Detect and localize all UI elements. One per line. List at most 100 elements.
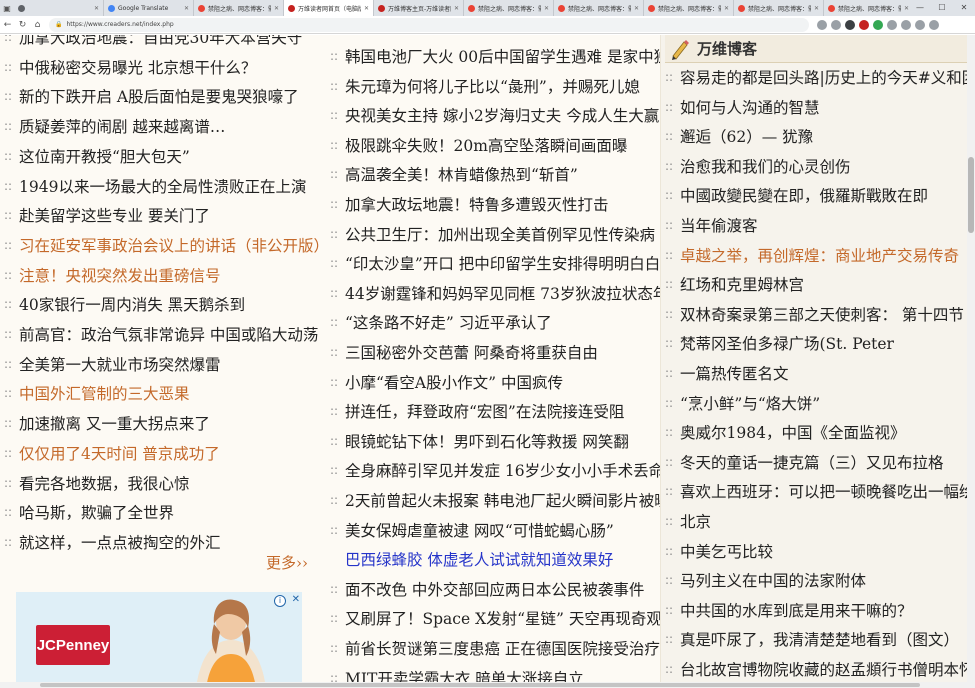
headline-link[interactable]: 赴美留学这些专业 要关门了 xyxy=(19,204,210,226)
headline-link[interactable]: 前高官：政治气氛非常诡异 中国或陷大动荡 xyxy=(19,323,318,345)
headline-link[interactable]: 台北故宫博物院收藏的赵孟頫行书僧明本怀净土诗 xyxy=(680,658,975,680)
headline-link[interactable]: 红场和克里姆林宫 xyxy=(680,273,804,295)
tab-close-icon[interactable]: ✕ xyxy=(544,5,549,12)
headline-link[interactable]: 高温袭全美！林肯蜡像热到“斩首” xyxy=(345,163,578,185)
extension-icon[interactable] xyxy=(873,19,883,30)
headline-item[interactable]: 小摩“看空A股小作文” 中国疯传 xyxy=(330,371,648,393)
headline-link[interactable]: 全美第一大就业市场突然爆雷 xyxy=(19,353,221,375)
headline-item[interactable]: “烹小鲜”与“烙大饼” xyxy=(665,392,975,414)
headline-item[interactable]: 全身麻醉引罕见并发症 16岁少女小小手术丢命 xyxy=(330,459,664,481)
browser-tab[interactable]: ✕ xyxy=(14,0,104,16)
headline-item[interactable]: 冬天的童话一捷克篇（三）又见布拉格 xyxy=(665,451,975,473)
headline-item[interactable]: 央视美女主持 嫁小2岁海归丈夫 今成人生大赢家 xyxy=(330,104,675,126)
headline-item[interactable]: 治愈我和我们的心灵创伤 xyxy=(665,155,975,177)
headline-link[interactable]: 小摩“看空A股小作文” 中国疯传 xyxy=(345,371,563,393)
headline-item[interactable]: 中国外汇管制的三大恶果 xyxy=(4,382,322,404)
headline-item[interactable]: 眼镜蛇钻下体！男吓到石化等救援 网笑翻 xyxy=(330,430,648,452)
ad-info-icon[interactable]: i xyxy=(274,595,286,607)
headline-item[interactable]: “印太沙皇”开口 把中印留学生安排得明明白白 xyxy=(330,252,660,274)
headline-link[interactable]: 央视美女主持 嫁小2岁海归丈夫 今成人生大赢家 xyxy=(345,104,675,126)
horizontal-scrollbar-thumb[interactable] xyxy=(40,683,920,687)
headline-link[interactable]: 哈马斯，欺骗了全世界 xyxy=(19,501,174,523)
headline-link[interactable]: 中共国的水库到底是用来干嘛的？ xyxy=(680,599,913,621)
headline-item[interactable]: 中國政變民變在即，俄羅斯戰敗在即 xyxy=(665,184,975,206)
headline-item[interactable]: 注意！央视突然发出重磅信号 xyxy=(4,264,322,286)
tab-actions-icon[interactable]: ▣ xyxy=(0,1,14,15)
browser-tab[interactable]: Google Translate ✕ xyxy=(104,0,194,16)
headline-item[interactable]: 1949以来一场最大的全局性溃败正在上演 xyxy=(4,175,322,197)
tab-close-icon[interactable]: ✕ xyxy=(814,5,819,12)
headline-item[interactable]: 如何与人沟通的智慧 xyxy=(665,96,975,118)
headline-item[interactable]: 拼连任，拜登政府“宏图”在法院接连受阻 xyxy=(330,400,648,422)
headline-link[interactable]: 马列主义在中国的法家附体 xyxy=(680,569,866,591)
ad-close-icon[interactable]: ✕ xyxy=(292,594,300,605)
headline-link[interactable]: 这位南开教授“胆大包天” xyxy=(19,145,190,167)
headline-item[interactable]: 韩国电池厂大火 00后中国留学生遇难 是家中独子 xyxy=(330,45,685,67)
headline-link[interactable]: 2天前曾起火未报案 韩电池厂起火瞬间影片被曝 xyxy=(345,489,670,511)
headline-link[interactable]: 中美乞丐比较 xyxy=(680,540,773,562)
headline-item[interactable]: 一篇热传匿名文 xyxy=(665,362,975,384)
headline-item[interactable]: 这位南开教授“胆大包天” xyxy=(4,145,322,167)
headline-item[interactable]: 40家银行一周内消失 黑天鹅杀到 xyxy=(4,293,322,315)
headline-link[interactable]: 1949以来一场最大的全局性溃败正在上演 xyxy=(19,175,306,197)
advertisement[interactable]: JCPenney i ✕ xyxy=(16,592,302,688)
headline-item[interactable]: 看完各地数据，我很心惊 xyxy=(4,472,322,494)
headline-item[interactable]: 前省长贺谜第三度患癌 正在德国医院接受治疗 xyxy=(330,637,660,659)
browser-tab[interactable]: 禁阻之病、网恋博客：需注意产...✕ xyxy=(734,0,824,16)
headline-link[interactable]: 如何与人沟通的智慧 xyxy=(680,96,820,118)
tab-close-icon[interactable]: ✕ xyxy=(94,5,99,12)
browser-tab[interactable]: 禁阻之病、网恋博客：需注意产...✕ xyxy=(644,0,734,16)
headline-item[interactable]: 真是吓尿了，我清清楚楚地看到（图文） xyxy=(665,628,975,650)
headline-link[interactable]: 北京 xyxy=(680,510,711,532)
headline-item[interactable]: 加拿大政坛地震！特鲁多遭毁灭性打击 xyxy=(330,193,648,215)
horizontal-scrollbar[interactable] xyxy=(0,682,967,688)
headline-link[interactable]: 喜欢上西班牙：可以把一顿晚餐吃出一幅绘画 xyxy=(680,480,975,502)
headline-link[interactable]: 卓越之举，再创辉煌：商业地产交易传奇 xyxy=(680,244,959,266)
headline-item[interactable]: 三国秘密外交芭蕾 阿桑奇将重获自由 xyxy=(330,341,648,363)
headline-link[interactable]: 双林奇案录第三部之天使刺客： 第十四节 xyxy=(680,303,964,325)
tab-close-icon[interactable]: ✕ xyxy=(184,5,189,12)
blog-section-title[interactable]: 万维博客 xyxy=(697,38,757,59)
headline-item[interactable]: 就这样，一点点被掏空的外汇 xyxy=(4,531,322,553)
headline-item[interactable]: 邂逅（62）— 犹豫 xyxy=(665,125,975,147)
headline-item[interactable]: 质疑姜萍的闹剧 越来越离谱… xyxy=(4,115,322,137)
headline-link[interactable]: 梵蒂冈圣伯多禄广场(St. Peter xyxy=(680,332,894,354)
headline-link[interactable]: 治愈我和我们的心灵创伤 xyxy=(680,155,851,177)
headline-item[interactable]: 仅仅用了4天时间 普京成功了 xyxy=(4,442,322,464)
maximize-icon[interactable]: ☐ xyxy=(931,0,953,16)
tab-close-icon[interactable]: ✕ xyxy=(274,5,279,12)
extension-icon[interactable] xyxy=(859,19,869,30)
tab-close-icon[interactable]: ✕ xyxy=(364,5,369,12)
headline-link[interactable]: 冬天的童话一捷克篇（三）又见布拉格 xyxy=(680,451,944,473)
headline-item[interactable]: 极限跳伞失败！20m高空坠落瞬间画面曝 xyxy=(330,134,648,156)
headline-link[interactable]: 就这样，一点点被掏空的外汇 xyxy=(19,531,221,553)
tab-close-icon[interactable]: ✕ xyxy=(724,5,729,12)
headline-item[interactable]: 北京 xyxy=(665,510,975,532)
headline-link[interactable]: 面不改色 中外交部回应两日本公民被袭事件 xyxy=(345,578,644,600)
headline-item[interactable]: 梵蒂冈圣伯多禄广场(St. Peter xyxy=(665,332,975,354)
more-link[interactable]: 更多›› xyxy=(266,552,308,573)
headline-item[interactable]: 全美第一大就业市场突然爆雷 xyxy=(4,353,322,375)
headline-item[interactable]: 高温袭全美！林肯蜡像热到“斩首” xyxy=(330,163,648,185)
url-field[interactable]: 🔒 https://www.creaders.net/index.php xyxy=(49,17,809,32)
headline-link[interactable]: 一篇热传匿名文 xyxy=(680,362,789,384)
minimize-icon[interactable]: — xyxy=(909,0,931,16)
zoom-icon[interactable] xyxy=(817,19,827,30)
star-icon[interactable] xyxy=(831,19,841,30)
headline-item[interactable]: 前高官：政治气氛非常诡异 中国或陷大动荡 xyxy=(4,323,322,345)
headline-item[interactable]: 中共国的水库到底是用来干嘛的？ xyxy=(665,599,975,621)
browser-tab[interactable]: 禁阻之病、网恋博客：需注意产...✕ xyxy=(554,0,644,16)
home-icon[interactable]: ⌂ xyxy=(30,20,45,30)
headline-item[interactable]: 面不改色 中外交部回应两日本公民被袭事件 xyxy=(330,578,648,600)
headline-item[interactable]: 红场和克里姆林宫 xyxy=(665,273,975,295)
headline-link[interactable]: 公共卫生厅：加州出现全美首例罕见性传染病 xyxy=(345,223,655,245)
headline-link[interactable]: 三国秘密外交芭蕾 阿桑奇将重获自由 xyxy=(345,341,598,363)
headline-item[interactable]: 中俄秘密交易曝光 北京想干什么？ xyxy=(4,56,322,78)
refresh-icon[interactable]: ↻ xyxy=(15,20,30,30)
headline-link[interactable]: 中俄秘密交易曝光 北京想干什么？ xyxy=(19,56,256,78)
headline-link[interactable]: 40家银行一周内消失 黑天鹅杀到 xyxy=(19,293,245,315)
ad-brand-logo[interactable]: JCPenney xyxy=(36,625,110,665)
headline-link[interactable]: 眼镜蛇钻下体！男吓到石化等救援 网笑翻 xyxy=(345,430,629,452)
headline-link[interactable]: 极限跳伞失败！20m高空坠落瞬间画面曝 xyxy=(345,134,627,156)
headline-item[interactable]: 卓越之举，再创辉煌：商业地产交易传奇 xyxy=(665,244,975,266)
